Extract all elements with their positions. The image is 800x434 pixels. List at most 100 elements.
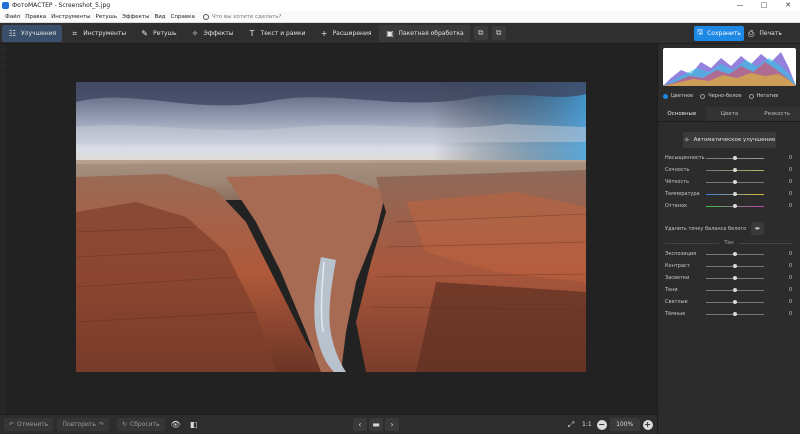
slider-knob[interactable] xyxy=(733,287,737,292)
ratio-button[interactable]: 1:1 xyxy=(582,421,592,428)
mode-bw[interactable]: Черно-белое xyxy=(700,93,742,99)
slider-exposure[interactable]: Экспозиция 0 xyxy=(665,250,795,258)
slider-label: Тёмные xyxy=(665,311,686,317)
tab-effects[interactable]: ✧ Эффекты xyxy=(185,25,240,42)
slider-value: 0 xyxy=(788,251,792,257)
mode-color[interactable]: Цветное xyxy=(663,93,693,99)
slider-track[interactable] xyxy=(706,299,764,304)
print-icon: ⎙ xyxy=(748,28,755,38)
eye-icon: 👁 xyxy=(170,420,181,429)
slider-track[interactable] xyxy=(706,263,764,268)
undo-button[interactable]: ↶ Отменить xyxy=(4,418,54,431)
tab-sharpness[interactable]: Резкость xyxy=(753,107,800,121)
menu-edit[interactable]: Правка xyxy=(25,14,46,20)
slider-whites[interactable]: Светлые 0 xyxy=(665,298,795,306)
slider-knob[interactable] xyxy=(733,155,737,160)
tab-extensions[interactable]: + Расширения xyxy=(314,25,378,42)
reset-button[interactable]: ↻ Сбросить xyxy=(116,418,165,431)
tab-batch[interactable]: ▣ Пакетная обработка xyxy=(379,24,470,42)
fit-screen-button[interactable]: ⤢ xyxy=(564,418,578,431)
slider-tint[interactable]: Оттенок 0 xyxy=(665,202,795,210)
slider-knob[interactable] xyxy=(733,251,737,256)
slider-saturation[interactable]: Насыщенность 0 xyxy=(665,154,795,162)
slider-track[interactable] xyxy=(706,179,764,184)
tab-basic[interactable]: Основные xyxy=(658,107,706,121)
minimize-button[interactable]: — xyxy=(728,0,752,11)
eyedropper-icon: ✒ xyxy=(754,224,761,233)
menu-retouch[interactable]: Ретушь xyxy=(96,14,117,20)
image-navigation: ‹ ▬ › xyxy=(351,418,399,431)
image-canvas[interactable] xyxy=(6,44,657,414)
slider-shadows[interactable]: Тени 0 xyxy=(665,286,795,294)
slider-track[interactable] xyxy=(706,203,764,208)
slider-knob[interactable] xyxy=(733,299,737,304)
slider-track[interactable] xyxy=(706,167,764,172)
menu-search[interactable]: Что вы хотите сделать? xyxy=(202,13,282,20)
slider-blacks[interactable]: Тёмные 0 xyxy=(665,310,795,318)
radio-icon xyxy=(748,93,754,99)
slider-knob[interactable] xyxy=(733,275,737,280)
slider-label: Тени xyxy=(665,287,678,293)
search-placeholder: Что вы хотите сделать? xyxy=(211,13,282,20)
sliders-icon: ☷ xyxy=(8,28,17,38)
zoom-level[interactable]: 100% xyxy=(609,418,640,431)
slider-knob[interactable] xyxy=(733,311,737,316)
prev-image-button[interactable]: ‹ xyxy=(353,418,367,431)
zoom-out-button[interactable]: − xyxy=(596,419,607,430)
redo-label: Повторить xyxy=(62,421,96,428)
slider-track[interactable] xyxy=(706,275,764,280)
tab-tools[interactable]: ⌗ Инструменты xyxy=(64,25,132,42)
window-controls: — □ ✕ xyxy=(728,0,800,11)
tab-retouch[interactable]: ✎ Ретушь xyxy=(134,25,182,42)
menu-effects[interactable]: Эффекты xyxy=(122,14,150,20)
folder-icon: ▬ xyxy=(372,420,380,429)
menu-help[interactable]: Справка xyxy=(171,14,195,20)
slider-highlights[interactable]: Засветки 0 xyxy=(665,274,795,282)
next-image-button[interactable]: › xyxy=(385,418,399,431)
slider-value: 0 xyxy=(788,311,792,317)
edited-photo[interactable] xyxy=(76,82,586,372)
slider-knob[interactable] xyxy=(733,179,737,184)
magic-wand-icon: ✧ xyxy=(683,136,690,144)
slider-track[interactable] xyxy=(706,251,764,256)
slider-track[interactable] xyxy=(706,311,764,316)
compare-button[interactable]: ⧉ xyxy=(473,26,488,40)
maximize-button[interactable]: □ xyxy=(752,0,776,11)
menu-file[interactable]: Файл xyxy=(5,14,20,20)
slider-knob[interactable] xyxy=(733,263,737,268)
slider-temperature[interactable]: Температура 0 xyxy=(665,190,795,198)
slider-track[interactable] xyxy=(706,287,764,292)
mode-label: Цветное xyxy=(671,93,694,99)
mode-negative[interactable]: Негатив xyxy=(748,93,779,99)
preview-eye-button[interactable]: 👁 xyxy=(169,418,183,431)
before-after-button[interactable]: ◧ xyxy=(187,418,201,431)
mode-label: Негатив xyxy=(756,93,779,99)
title-bar: ФотоМАСТЕР - Screenshot_5.jpg — □ ✕ xyxy=(0,0,800,11)
slider-knob[interactable] xyxy=(733,191,737,196)
eyedropper-button[interactable]: ✒ xyxy=(751,222,765,235)
slider-knob[interactable] xyxy=(733,167,737,172)
print-button[interactable]: ⎙ Печать xyxy=(748,26,782,41)
gallery-button[interactable]: ▬ xyxy=(369,418,383,431)
tab-colors[interactable]: Цвета xyxy=(705,107,754,121)
slider-clarity[interactable]: Чёткость 0 xyxy=(665,178,795,186)
menu-tools[interactable]: Инструменты xyxy=(51,14,90,20)
zoom-in-button[interactable]: + xyxy=(642,419,653,430)
slider-vibrance[interactable]: Сочность 0 xyxy=(665,166,795,174)
reset-label: Сбросить xyxy=(130,421,160,428)
split-view-button[interactable]: ⧉ xyxy=(491,26,506,40)
slider-track[interactable] xyxy=(706,155,764,160)
slider-track[interactable] xyxy=(706,191,764,196)
auto-enhance-button[interactable]: ✧ Автоматическое улучшение xyxy=(683,132,776,148)
redo-button[interactable]: Повторить ↷ xyxy=(57,418,109,431)
slider-knob[interactable] xyxy=(733,203,737,208)
app-window: ФотоМАСТЕР - Screenshot_5.jpg — □ ✕ Файл… xyxy=(0,0,800,434)
text-icon: T xyxy=(249,28,255,38)
tab-enhancements[interactable]: ☷ Улучшения xyxy=(2,24,63,42)
slider-contrast[interactable]: Контраст 0 xyxy=(665,262,795,270)
save-button[interactable]: 🖫 Сохранить xyxy=(694,26,744,41)
close-button[interactable]: ✕ xyxy=(776,0,800,11)
tab-text-frames[interactable]: T Текст и рамки xyxy=(242,25,312,42)
divider-line xyxy=(665,242,720,244)
menu-view[interactable]: Вид xyxy=(154,14,165,20)
